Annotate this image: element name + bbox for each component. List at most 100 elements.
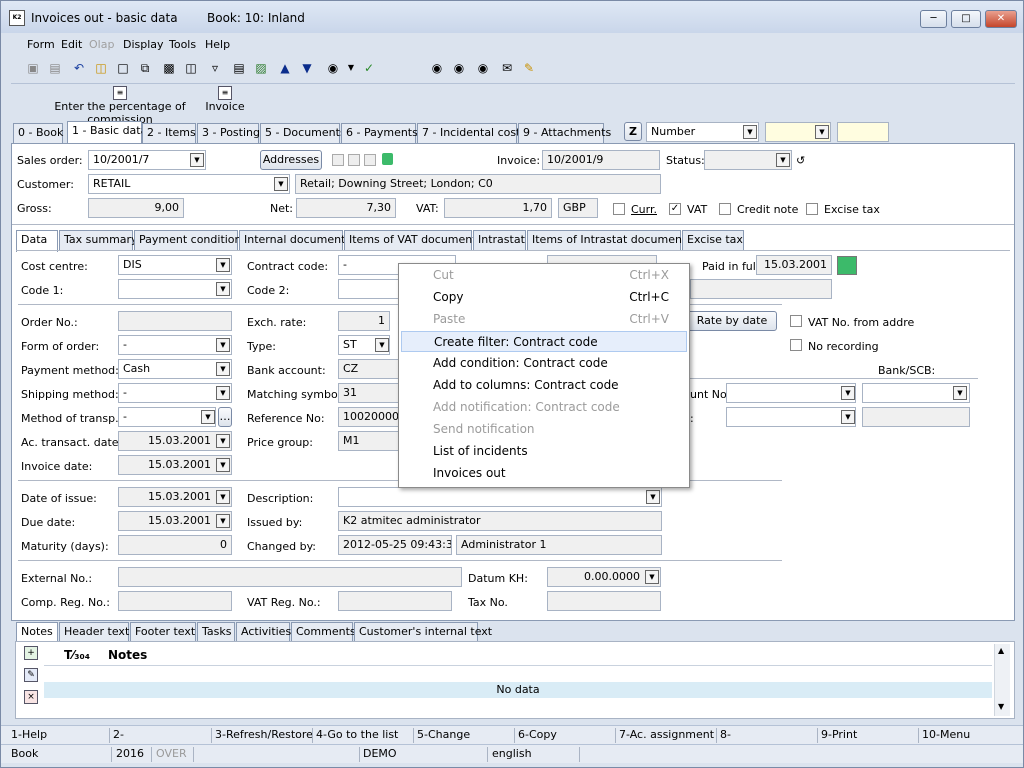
menu-item-copy[interactable]: Copy Ctrl+C <box>401 287 687 308</box>
filter-list-icon[interactable]: ▤ <box>231 60 247 76</box>
copy-documents-icon[interactable]: ⧉ <box>137 60 153 76</box>
payment-method-field[interactable]: Cash <box>118 359 232 379</box>
save-icon[interactable]: ▣ <box>25 60 41 76</box>
refresh-check-icon[interactable]: ✓ <box>361 60 377 76</box>
menu-form[interactable]: Form <box>27 38 55 51</box>
credit-note-checkbox[interactable] <box>719 203 731 215</box>
shipping-field[interactable]: - <box>118 383 232 403</box>
vat-no-addr-checkbox[interactable] <box>790 315 802 327</box>
scroll-down-icon[interactable]: ▼ <box>998 702 1004 711</box>
customer-field[interactable]: RETAIL <box>88 174 290 194</box>
add-note-icon[interactable]: + <box>24 646 38 660</box>
commission-button[interactable]: ≡ Enter the percentage of commission <box>27 86 213 126</box>
tab-tax-summary[interactable]: Tax summary <box>59 230 138 250</box>
menu-item-invoices-out[interactable]: Invoices out <box>401 463 687 484</box>
net-field[interactable]: 7,30 <box>296 198 396 218</box>
chevron-down-icon[interactable]: ▼ <box>190 153 204 167</box>
account-no-field[interactable] <box>726 383 856 403</box>
menu-olap[interactable]: Olap <box>89 38 114 51</box>
matching-field[interactable]: 31 <box>338 383 402 403</box>
vat-field[interactable]: 1,70 <box>444 198 552 218</box>
customer-address-field[interactable]: Retail; Downing Street; London; C0 <box>295 174 661 194</box>
fkey-10[interactable]: 10-Menu <box>922 728 970 741</box>
chevron-down-icon[interactable]: ▼ <box>216 386 230 400</box>
exch-rate-field[interactable]: 1 <box>338 311 390 331</box>
tab-data[interactable]: Data <box>16 230 58 252</box>
tab-posting[interactable]: 3 - Posting <box>197 123 260 143</box>
datum-kh-field[interactable]: 0.00.0000 <box>547 567 661 587</box>
tab-basic-data[interactable]: 1 - Basic data <box>67 121 147 143</box>
edit-note-icon[interactable]: ✎ <box>24 668 38 682</box>
filter-icon[interactable]: ▿ <box>207 60 223 76</box>
menu-item-paste[interactable]: Paste Ctrl+V <box>401 309 687 330</box>
changed-date-field[interactable]: 2012-05-25 09:43:36 <box>338 535 452 555</box>
issue-date-field[interactable]: 15.03.2001 <box>118 487 232 507</box>
chevron-down-icon[interactable]: ▼ <box>216 514 230 528</box>
chevron-down-icon[interactable]: ▼ <box>841 386 855 400</box>
folder-edit-icon[interactable]: ✎ <box>521 60 537 76</box>
transp-browse-button[interactable]: … <box>218 407 232 427</box>
search-extra-field[interactable] <box>837 122 889 142</box>
camera-icon[interactable]: ◉ <box>325 60 341 76</box>
tab-footer-text[interactable]: Footer text <box>130 622 196 642</box>
tax-no-field[interactable] <box>547 591 661 611</box>
stack-icon[interactable]: ▨ <box>253 60 269 76</box>
issued-by-field[interactable]: K2 atmitec administrator <box>338 511 662 531</box>
tab-items[interactable]: 2 - Items <box>142 123 196 143</box>
save-all-icon[interactable]: ▤ <box>47 60 63 76</box>
price-group-field[interactable]: M1 <box>338 431 402 451</box>
vat-checkbox[interactable]: ✓ <box>669 203 681 215</box>
chevron-down-icon[interactable]: ▼ <box>216 434 230 448</box>
addresses-button[interactable]: Addresses <box>260 150 322 170</box>
tab-tasks[interactable]: Tasks <box>197 622 235 642</box>
find-prev-icon[interactable]: ◉ <box>475 60 491 76</box>
scroll-up-icon[interactable]: ▲ <box>998 646 1004 655</box>
paid-field[interactable]: 15.03.2001 <box>756 255 832 275</box>
fkey-1[interactable]: 1-Help <box>11 728 47 741</box>
menu-item-cut[interactable]: Cut Ctrl+X <box>401 265 687 286</box>
chevron-down-icon[interactable]: ▼ <box>953 386 967 400</box>
chevron-down-icon[interactable]: ▼ <box>274 177 288 191</box>
tab-intrastat-documents[interactable]: Items of Intrastat documents <box>527 230 692 250</box>
tab-payment-conditions[interactable]: Payment conditions <box>134 230 247 250</box>
chevron-down-icon[interactable]: ▼ <box>743 125 757 139</box>
paste-icon[interactable]: ▩ <box>161 60 177 76</box>
chevron-down-icon[interactable]: ▼ <box>815 125 829 139</box>
chevron-down-icon[interactable]: ▼ <box>201 410 215 424</box>
fkey-9[interactable]: 9-Print <box>821 728 857 741</box>
chevron-down-icon[interactable]: ▼ <box>841 410 855 424</box>
ac-transact-field[interactable]: 15.03.2001 <box>118 431 232 451</box>
vat-reg-field[interactable] <box>338 591 452 611</box>
invoice-field[interactable]: 10/2001/9 <box>542 150 660 170</box>
mail-icon[interactable]: ✉ <box>499 60 515 76</box>
cost-centre-field[interactable]: DIS <box>118 255 232 275</box>
aux-field[interactable] <box>726 407 856 427</box>
tab-documents[interactable]: 5 - Documents <box>260 123 346 143</box>
order-no-field[interactable] <box>118 311 232 331</box>
fkey-7[interactable]: 7-Ac. assignment ar <box>619 728 715 741</box>
menu-help[interactable]: Help <box>205 38 230 51</box>
menu-edit[interactable]: Edit <box>61 38 82 51</box>
maximize-button[interactable]: □ <box>951 10 981 28</box>
aux2-field[interactable] <box>862 407 970 427</box>
bank-account-field[interactable]: CZ <box>338 359 402 379</box>
extra-field[interactable] <box>690 279 832 299</box>
doc-icon[interactable] <box>332 154 344 166</box>
reference-field[interactable]: 100200000 <box>338 407 402 427</box>
fkey-6[interactable]: 6-Copy <box>518 728 557 741</box>
changed-user-field[interactable]: Administrator 1 <box>456 535 662 555</box>
camera-dropdown-icon[interactable]: ▼ <box>343 60 359 76</box>
chevron-down-icon[interactable]: ▼ <box>216 490 230 504</box>
invoice-button[interactable]: ≡ Invoice <box>205 86 245 113</box>
arrow-down-icon[interactable]: ▼ <box>299 60 315 76</box>
tab-customers-internal-text[interactable]: Customer's internal text <box>354 622 492 642</box>
book-icon[interactable]: ◫ <box>183 60 199 76</box>
chevron-down-icon[interactable]: ▼ <box>646 490 660 504</box>
tab-book[interactable]: 0 - Book <box>13 123 63 143</box>
menu-item-send-notification[interactable]: Send notification <box>401 419 687 440</box>
tab-incidental-costs[interactable]: 7 - Incidental costs <box>417 123 526 143</box>
delete-note-icon[interactable]: × <box>24 690 38 704</box>
arrow-up-icon[interactable]: ▲ <box>277 60 293 76</box>
binoculars-icon[interactable]: ◉ <box>429 60 445 76</box>
tab-vat-documents[interactable]: Items of VAT documents <box>344 230 482 250</box>
